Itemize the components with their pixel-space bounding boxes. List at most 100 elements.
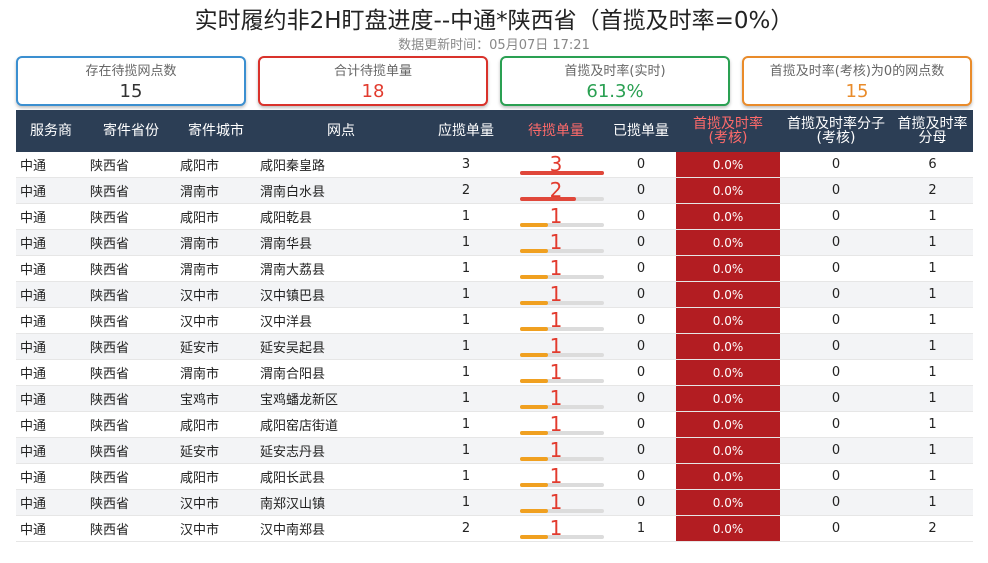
cell-due: 1	[426, 411, 506, 438]
col-header-rate[interactable]: 首揽及时率 (考核)	[676, 110, 780, 152]
cell-rate-denominator: 1	[892, 437, 973, 464]
pending-bar-fill	[520, 405, 548, 409]
cell-provider: 中通	[16, 333, 86, 360]
col-header-rate-numerator[interactable]: 首揽及时率分子 (考核)	[780, 110, 892, 152]
cell-rate: 0.0%	[676, 411, 780, 438]
col-header-city[interactable]: 寄件城市	[176, 110, 256, 152]
pending-bar-fill	[520, 223, 548, 227]
cell-provider: 中通	[16, 307, 86, 334]
table-row: 中通 陕西省 宝鸡市 宝鸡蟠龙新区 1 1 0 0.0% 0 1	[16, 385, 973, 412]
cell-provider: 中通	[16, 203, 86, 230]
cell-site: 咸阳窑店街道	[256, 411, 426, 438]
cell-rate-numerator: 0	[780, 411, 892, 438]
cell-city: 咸阳市	[176, 411, 256, 438]
cell-rate-numerator: 0	[780, 229, 892, 256]
cell-rate: 0.0%	[676, 359, 780, 386]
cell-provider: 中通	[16, 411, 86, 438]
cell-due: 1	[426, 281, 506, 308]
cell-province: 陕西省	[86, 177, 176, 204]
pending-bar-track	[520, 483, 604, 487]
cell-pending: 1	[506, 229, 606, 256]
pending-bar-track	[520, 275, 604, 279]
cell-rate-numerator: 0	[780, 203, 892, 230]
cell-done: 0	[606, 307, 676, 334]
cell-done: 0	[606, 385, 676, 412]
cell-rate-numerator: 0	[780, 437, 892, 464]
col-header-done[interactable]: 已揽单量	[606, 110, 676, 152]
cell-rate-numerator: 0	[780, 333, 892, 360]
pending-bar-track	[520, 327, 604, 331]
progress-table: 服务商 寄件省份 寄件城市 网点 应揽单量 待揽单量 已揽单量 首揽及时率 (考核…	[16, 110, 973, 542]
cell-city: 延安市	[176, 437, 256, 464]
cell-city: 宝鸡市	[176, 385, 256, 412]
col-header-pending[interactable]: 待揽单量	[506, 110, 606, 152]
cell-province: 陕西省	[86, 489, 176, 516]
kpi-label: 存在待揽网点数	[85, 64, 177, 79]
cell-site: 汉中镇巴县	[256, 281, 426, 308]
cell-due: 1	[426, 229, 506, 256]
cell-province: 陕西省	[86, 385, 176, 412]
col-header-due[interactable]: 应揽单量	[426, 110, 506, 152]
cell-done: 0	[606, 152, 676, 178]
pending-bar-fill	[520, 483, 548, 487]
kpi-value: 15	[845, 81, 869, 102]
col-header-rate-denominator[interactable]: 首揽及时率 分母	[892, 110, 973, 152]
cell-rate-denominator: 1	[892, 411, 973, 438]
table-row: 中通 陕西省 汉中市 南郑汉山镇 1 1 0 0.0% 0 1	[16, 489, 973, 516]
col-header-province[interactable]: 寄件省份	[86, 110, 176, 152]
cell-site: 汉中南郑县	[256, 515, 426, 542]
kpi-card-realtime-rate: 首揽及时率(实时) 61.3%	[500, 56, 730, 106]
cell-done: 0	[606, 359, 676, 386]
pending-bar-track	[520, 223, 604, 227]
cell-provider: 中通	[16, 359, 86, 386]
table-row: 中通 陕西省 咸阳市 咸阳秦皇路 3 3 0 0.0% 0 6	[16, 152, 973, 178]
cell-rate-denominator: 1	[892, 463, 973, 490]
cell-rate: 0.0%	[676, 255, 780, 282]
pending-bar-track	[520, 405, 604, 409]
cell-due: 1	[426, 255, 506, 282]
cell-site: 渭南大荔县	[256, 255, 426, 282]
cell-provider: 中通	[16, 437, 86, 464]
cell-site: 渭南合阳县	[256, 359, 426, 386]
kpi-value: 61.3%	[586, 81, 644, 102]
cell-provider: 中通	[16, 489, 86, 516]
kpi-label: 首揽及时率(实时)	[564, 64, 666, 79]
cell-done: 0	[606, 333, 676, 360]
cell-provider: 中通	[16, 229, 86, 256]
cell-due: 1	[426, 385, 506, 412]
cell-city: 渭南市	[176, 255, 256, 282]
cell-rate: 0.0%	[676, 152, 780, 178]
col-header-site[interactable]: 网点	[256, 110, 426, 152]
cell-site: 南郑汉山镇	[256, 489, 426, 516]
cell-city: 汉中市	[176, 307, 256, 334]
pending-bar-track	[520, 197, 604, 201]
kpi-label: 合计待揽单量	[333, 64, 412, 79]
pending-bar-fill	[520, 379, 548, 383]
cell-due: 2	[426, 177, 506, 204]
cell-rate-denominator: 1	[892, 385, 973, 412]
pending-bar-track	[520, 249, 604, 253]
col-header-provider[interactable]: 服务商	[16, 110, 86, 152]
cell-rate-denominator: 1	[892, 333, 973, 360]
cell-rate-denominator: 1	[892, 489, 973, 516]
pending-bar-track	[520, 379, 604, 383]
cell-provider: 中通	[16, 385, 86, 412]
table-row: 中通 陕西省 渭南市 渭南华县 1 1 0 0.0% 0 1	[16, 229, 973, 256]
kpi-card-zero-rate-sites: 首揽及时率(考核)为0的网点数 15	[742, 56, 972, 106]
cell-rate-numerator: 0	[780, 515, 892, 542]
kpi-card-pending-sites: 存在待揽网点数 15	[16, 56, 246, 106]
cell-rate: 0.0%	[676, 177, 780, 204]
cell-province: 陕西省	[86, 437, 176, 464]
cell-province: 陕西省	[86, 307, 176, 334]
cell-province: 陕西省	[86, 463, 176, 490]
cell-rate-denominator: 2	[892, 177, 973, 204]
cell-rate: 0.0%	[676, 437, 780, 464]
cell-done: 1	[606, 515, 676, 542]
cell-rate-denominator: 2	[892, 515, 973, 542]
pending-bar-fill	[520, 457, 548, 461]
table-row: 中通 陕西省 汉中市 汉中镇巴县 1 1 0 0.0% 0 1	[16, 281, 973, 308]
cell-rate: 0.0%	[676, 307, 780, 334]
pending-bar-fill	[520, 249, 548, 253]
cell-province: 陕西省	[86, 515, 176, 542]
pending-bar-track	[520, 353, 604, 357]
